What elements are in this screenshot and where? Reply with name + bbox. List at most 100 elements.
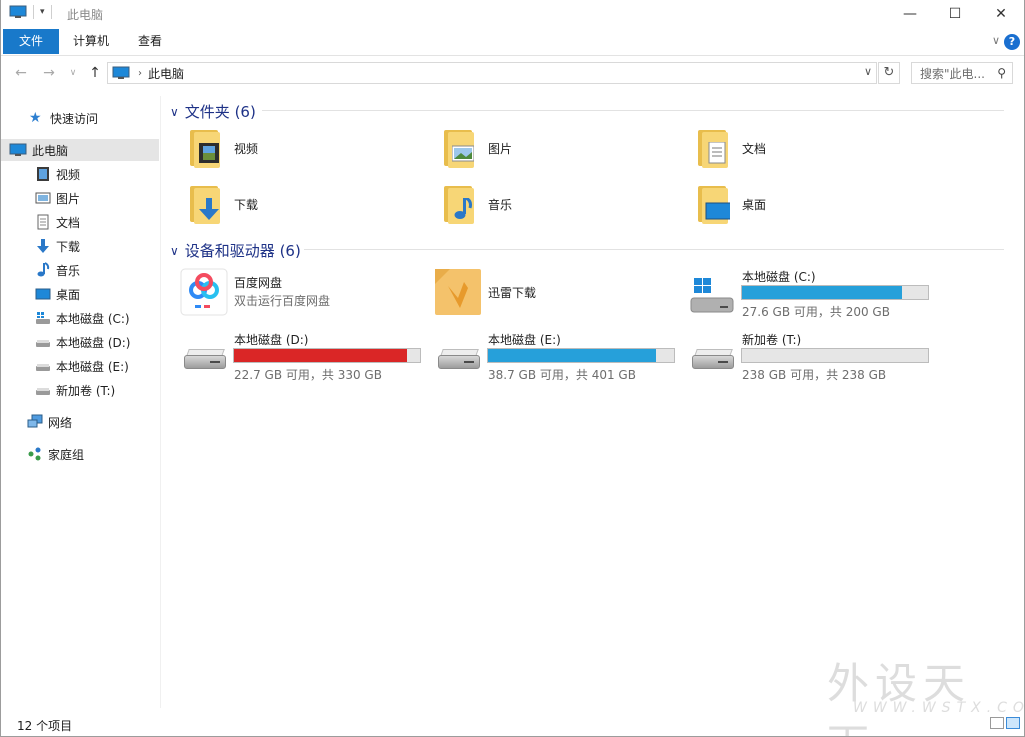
nav-label: 下载 <box>56 239 81 254</box>
folder-label: 桌面 <box>742 197 767 212</box>
close-button[interactable]: ✕ <box>978 0 1024 28</box>
drive-name: 新加卷 (T:) <box>742 333 802 347</box>
nav-label: 视频 <box>56 167 81 182</box>
nav-drive-e[interactable]: 本地磁盘 (E:) <box>1 355 159 377</box>
ribbon-tabs: 文件 计算机 查看 ∨ ? <box>1 28 1024 56</box>
star-icon: ★ <box>29 110 42 126</box>
folder-tile-music[interactable]: 音乐 <box>442 184 512 224</box>
folder-tile-pictures[interactable]: 图片 <box>442 128 512 168</box>
computer-icon <box>112 66 130 79</box>
app-name: 百度网盘 <box>234 276 283 290</box>
nav-label: 网络 <box>48 415 73 430</box>
search-placeholder: 搜索"此电... <box>920 66 985 81</box>
recent-locations-chevron-icon[interactable]: ∨ <box>63 63 83 83</box>
details-view-icon[interactable] <box>990 717 1004 729</box>
drive-usage-bar <box>741 348 929 363</box>
help-icon[interactable]: ? <box>1004 34 1020 50</box>
picture-folder-icon <box>442 128 476 168</box>
navigation-pane: ★ 快速访问 此电脑 视频 图片 文档 下载 音乐 桌面 本地磁盘 (C:) 本… <box>1 96 161 708</box>
nav-drive-c[interactable]: 本地磁盘 (C:) <box>1 307 159 329</box>
music-folder-icon <box>442 184 476 224</box>
folder-label: 图片 <box>488 141 513 156</box>
nav-documents[interactable]: 文档 <box>1 211 159 233</box>
search-icon: ⚲ <box>997 66 1006 80</box>
app-tile-baidu-netdisk[interactable]: 百度网盘 双击运行百度网盘 <box>180 268 420 318</box>
content-pane: ∨ 文件夹 (6) 视频 图片 文档 下载 音乐 桌面 ∨ 设备和驱动器 (6)… <box>164 90 1014 710</box>
document-icon <box>37 214 49 230</box>
expand-ribbon-chevron-icon[interactable]: ∨ <box>992 34 1000 47</box>
address-bar[interactable]: › 此电脑 ∨ <box>107 62 877 84</box>
drive-tile-d[interactable]: 本地磁盘 (D:) 22.7 GB 可用，共 330 GB <box>180 327 460 383</box>
app-tile-xunlei[interactable]: 迅雷下载 <box>434 268 674 318</box>
drive-info: 22.7 GB 可用，共 330 GB <box>234 368 382 382</box>
folder-tile-downloads[interactable]: 下载 <box>188 184 258 224</box>
drive-tile-c[interactable]: 本地磁盘 (C:) 27.6 GB 可用，共 200 GB <box>688 264 968 320</box>
nav-label: 音乐 <box>56 263 81 278</box>
breadcrumb-separator-icon[interactable]: › <box>138 68 142 79</box>
nav-downloads[interactable]: 下载 <box>1 235 159 257</box>
drive-tile-t[interactable]: 新加卷 (T:) 238 GB 可用，共 238 GB <box>688 327 968 383</box>
tab-computer[interactable]: 计算机 <box>63 29 119 54</box>
drive-usage-bar <box>741 285 929 300</box>
tab-view[interactable]: 查看 <box>125 29 175 54</box>
nav-label: 文档 <box>56 215 81 230</box>
breadcrumb-this-pc[interactable]: 此电脑 <box>148 65 184 82</box>
minimize-button[interactable]: — <box>887 0 933 28</box>
folder-tile-desktop[interactable]: 桌面 <box>696 184 766 224</box>
nav-label: 本地磁盘 (E:) <box>56 359 129 374</box>
back-button[interactable]: ← <box>11 63 31 83</box>
desktop-icon <box>35 288 51 300</box>
app-subtitle: 双击运行百度网盘 <box>234 294 331 308</box>
maximize-button[interactable]: ☐ <box>932 0 978 28</box>
drive-usage-fill <box>234 349 408 362</box>
tab-file[interactable]: 文件 <box>3 29 59 54</box>
nav-drive-t[interactable]: 新加卷 (T:) <box>1 379 159 401</box>
address-dropdown-icon[interactable]: ∨ <box>864 65 872 78</box>
nav-this-pc[interactable]: 此电脑 <box>1 139 159 161</box>
search-input[interactable]: 搜索"此电... ⚲ <box>911 62 1013 84</box>
customize-toolbar-icon[interactable]: ▾ <box>40 7 45 17</box>
baidu-netdisk-icon <box>180 268 228 316</box>
navigation-bar: ← → ∨ ↑ › 此电脑 ∨ ↻ 搜索"此电... ⚲ <box>1 57 1024 89</box>
drive-name: 本地磁盘 (D:) <box>234 333 309 347</box>
nav-desktop[interactable]: 桌面 <box>1 283 159 305</box>
hard-drive-icon <box>36 340 50 347</box>
folder-tile-documents[interactable]: 文档 <box>696 128 766 168</box>
large-icons-view-icon[interactable] <box>1006 717 1020 729</box>
watermark: 外设天下 WWW.WSTX.COM <box>823 650 1024 736</box>
nav-music[interactable]: 音乐 <box>1 259 159 281</box>
nav-videos[interactable]: 视频 <box>1 163 159 185</box>
download-folder-icon <box>188 184 222 224</box>
drive-info: 238 GB 可用，共 238 GB <box>742 368 887 382</box>
group-header-folders[interactable]: ∨ 文件夹 (6) <box>170 101 256 122</box>
nav-quick-access[interactable]: ★ 快速访问 <box>1 107 159 129</box>
hard-drive-icon <box>438 349 480 371</box>
download-icon <box>37 239 49 253</box>
nav-label: 图片 <box>56 191 81 206</box>
forward-button[interactable]: → <box>39 63 59 83</box>
nav-drive-d[interactable]: 本地磁盘 (D:) <box>1 331 159 353</box>
hard-drive-icon <box>692 349 734 371</box>
nav-network[interactable]: 网络 <box>1 411 159 433</box>
drive-usage-bar <box>233 348 421 363</box>
collapse-chevron-icon[interactable]: ∨ <box>170 244 179 258</box>
window-title: 此电脑 <box>67 8 104 22</box>
group-header-devices[interactable]: ∨ 设备和驱动器 (6) <box>170 240 301 261</box>
drive-tile-e[interactable]: 本地磁盘 (E:) 38.7 GB 可用，共 401 GB <box>434 327 714 383</box>
nav-pictures[interactable]: 图片 <box>1 187 159 209</box>
collapse-chevron-icon[interactable]: ∨ <box>170 105 179 119</box>
refresh-button[interactable]: ↻ <box>878 62 900 84</box>
folder-label: 文档 <box>742 141 767 156</box>
view-switcher <box>990 717 1020 729</box>
nav-label: 本地磁盘 (D:) <box>56 335 131 350</box>
up-button[interactable]: ↑ <box>85 63 105 83</box>
nav-label: 新加卷 (T:) <box>56 383 116 398</box>
nav-homegroup[interactable]: 家庭组 <box>1 443 159 465</box>
folder-label: 下载 <box>234 197 259 212</box>
folder-tile-videos[interactable]: 视频 <box>188 128 258 168</box>
item-count: 12 个项目 <box>17 719 73 733</box>
hard-drive-icon <box>36 364 50 371</box>
folder-label: 音乐 <box>488 197 513 212</box>
system-drive-icon <box>36 312 50 324</box>
network-icon <box>27 414 43 428</box>
